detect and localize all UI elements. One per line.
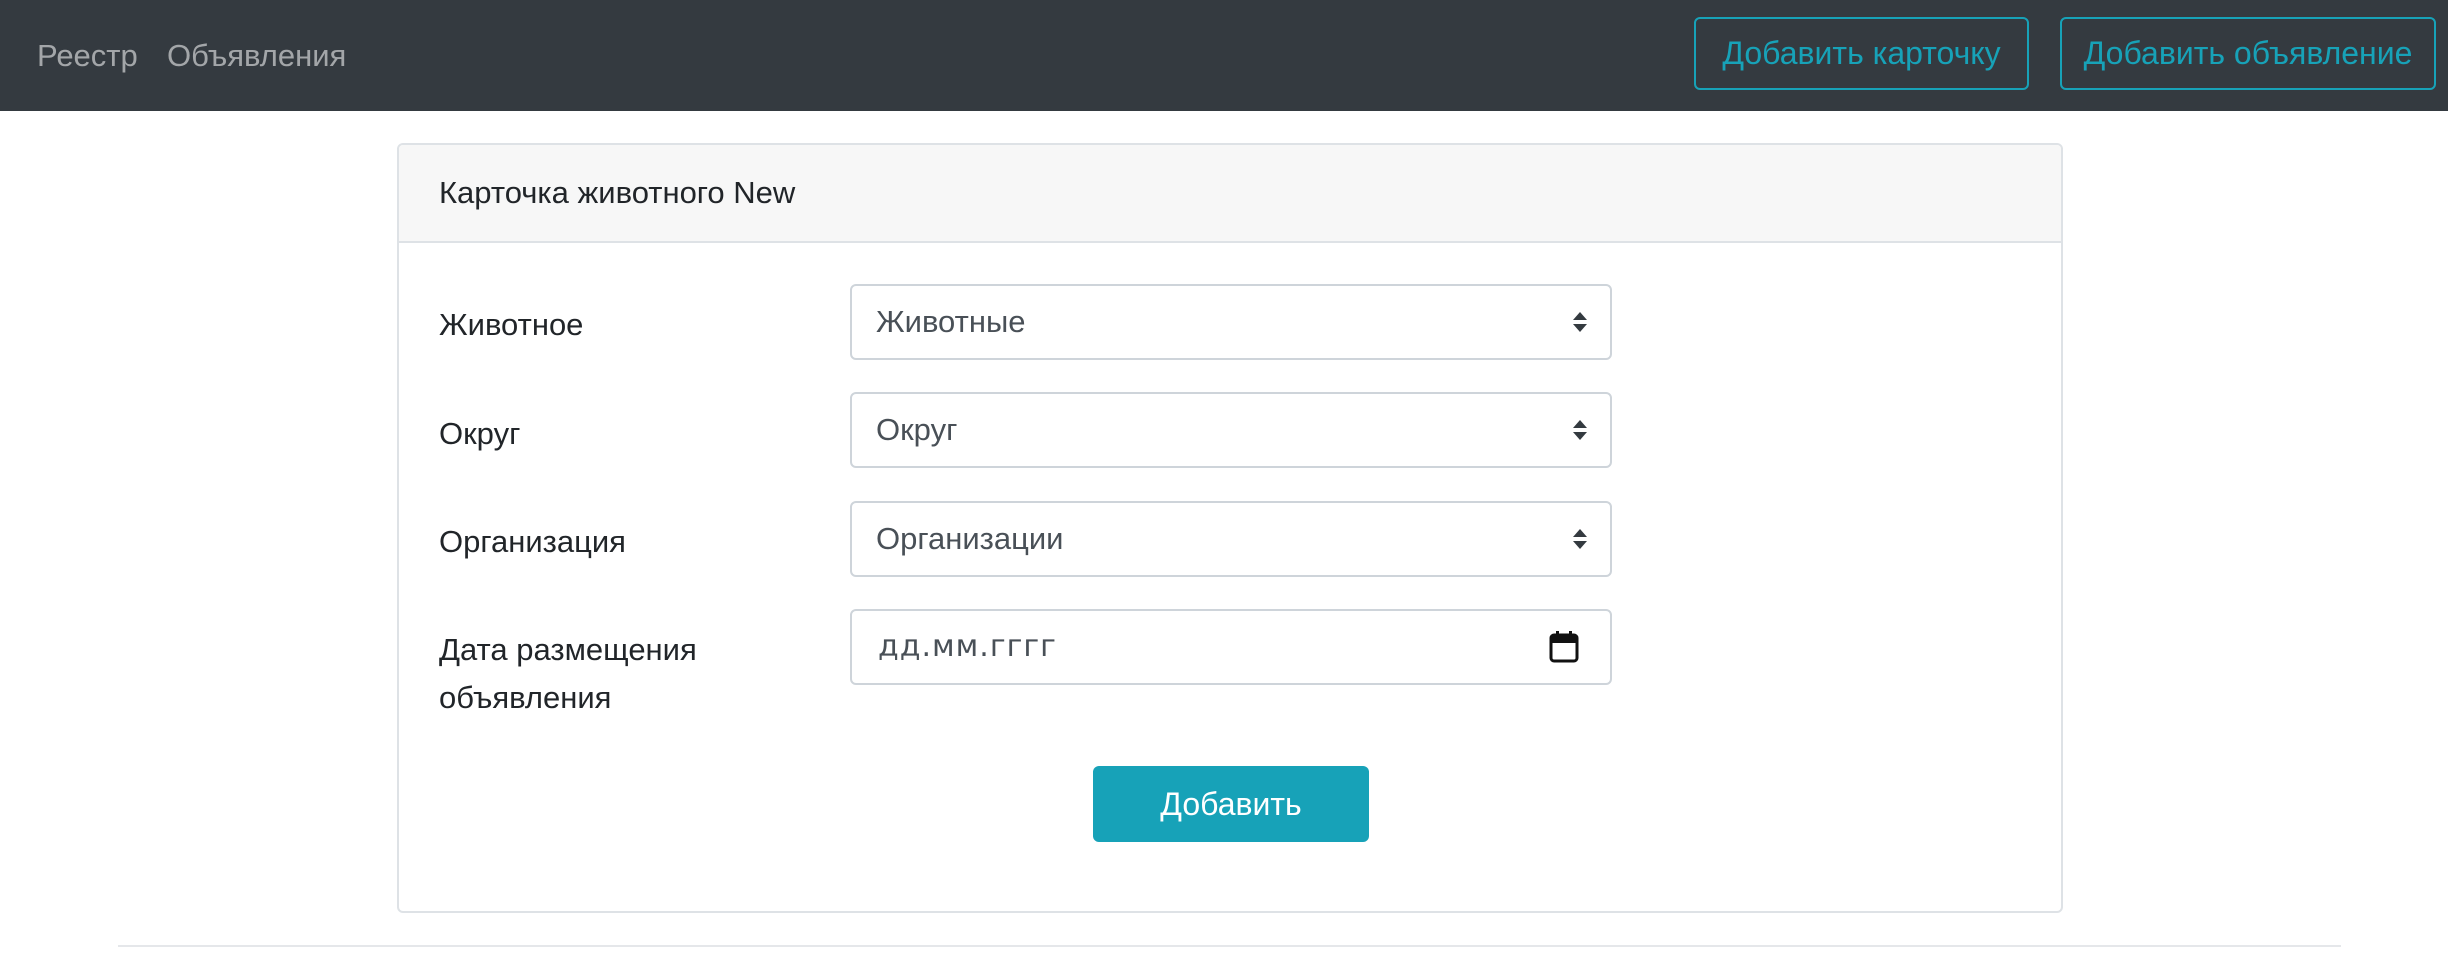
district-select-value: Округ	[876, 412, 958, 447]
posting-date-input[interactable]: дд.мм.гггг	[850, 609, 1612, 685]
animal-card-form: Карточка животного New Животное Животные…	[397, 143, 2063, 913]
district-label: Округ	[439, 416, 521, 451]
district-select[interactable]: Округ	[850, 392, 1612, 468]
calendar-icon[interactable]	[1548, 630, 1580, 664]
animal-select-value: Животные	[876, 304, 1026, 339]
animal-select[interactable]: Животные	[850, 284, 1612, 360]
card-title: Карточка животного New	[439, 175, 796, 210]
footer-divider	[118, 945, 2341, 947]
sort-arrows-icon	[1573, 420, 1587, 440]
add-card-button[interactable]: Добавить карточку	[1694, 17, 2029, 90]
date-placeholder: дд.мм.гггг	[878, 629, 1057, 664]
organization-select-value: Организации	[876, 521, 1064, 556]
add-ad-button[interactable]: Добавить объявление	[2060, 17, 2436, 90]
animal-label: Животное	[439, 307, 584, 342]
nav-link-registry[interactable]: Реестр	[37, 0, 138, 111]
submit-add-button[interactable]: Добавить	[1093, 766, 1369, 842]
card-header: Карточка животного New	[399, 145, 2061, 243]
sort-arrows-icon	[1573, 529, 1587, 549]
posting-date-label: Дата размещения объявления	[439, 632, 697, 715]
nav-link-ads[interactable]: Объявления	[167, 0, 346, 111]
sort-arrows-icon	[1573, 312, 1587, 332]
navbar: Реестр Объявления Добавить карточку Доба…	[0, 0, 2448, 111]
organization-label: Организация	[439, 524, 626, 559]
organization-select[interactable]: Организации	[850, 501, 1612, 577]
